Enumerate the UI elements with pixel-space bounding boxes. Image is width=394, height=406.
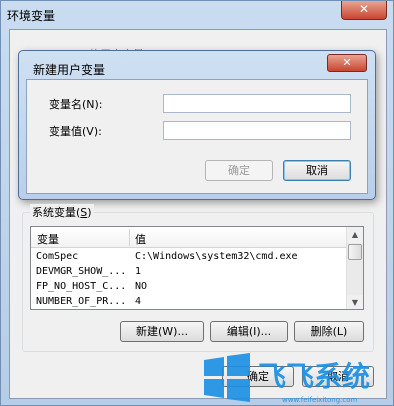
list-header: 变量 值 — [31, 227, 347, 248]
scroll-down-icon[interactable]: ▼ — [347, 295, 363, 309]
scroll-up-icon[interactable]: ▲ — [347, 227, 363, 243]
row-variable-name: FP_NO_HOST_C... — [36, 281, 127, 292]
row-variable-value: NO — [135, 281, 148, 292]
watermark-logo: 飞飞系统 www.feifeixitong.com — [204, 353, 370, 404]
row-variable-name: NUMBER_OF_PR... — [36, 296, 127, 307]
column-header-value[interactable]: 值 — [135, 231, 146, 247]
variable-name-input[interactable] — [163, 94, 351, 113]
new-system-variable-button[interactable]: 新建(W)... — [120, 321, 204, 342]
scroll-thumb[interactable] — [348, 244, 362, 260]
row-variable-name: DEVMGR_SHOW_... — [36, 266, 127, 277]
windows-logo-icon — [204, 353, 250, 402]
group-label-prefix: 系统变量( — [32, 206, 81, 219]
edit-system-variable-button[interactable]: 编辑(I)... — [210, 321, 288, 342]
system-variables-list[interactable]: 变量 值 ComSpec C:\Windows\system32\cmd.exe… — [30, 226, 364, 310]
row-variable-value: C:\Windows\system32\cmd.exe — [135, 251, 298, 262]
table-row[interactable]: DEVMGR_SHOW_... 1 — [31, 265, 347, 281]
dialog-close-button[interactable]: ✕ — [327, 54, 367, 72]
variable-name-label: 变量名(N): — [49, 98, 103, 111]
variable-value-label: 变量值(V): — [49, 125, 102, 138]
column-header-variable[interactable]: 变量 — [37, 231, 59, 247]
delete-system-variable-button[interactable]: 删除(L) — [294, 321, 364, 342]
window-title: 环境变量 — [7, 9, 56, 23]
system-variables-label: 系统变量(S) — [30, 204, 94, 220]
dialog-ok-button[interactable]: 确定 — [205, 160, 273, 181]
watermark-url: www.feifeixitong.com — [282, 396, 358, 404]
column-separator[interactable] — [129, 229, 130, 246]
close-icon: ✕ — [358, 2, 370, 16]
row-variable-value: 4 — [135, 296, 142, 307]
dialog-title: 新建用户变量 — [33, 63, 106, 77]
new-user-variable-dialog: 新建用户变量 ✕ 变量名(N): 变量值(V): 确定 取消 — [18, 50, 376, 200]
group-label-suffix: ) — [87, 206, 92, 219]
table-row[interactable]: ComSpec C:\Windows\system32\cmd.exe — [31, 250, 347, 266]
vertical-scrollbar[interactable]: ▲ ▼ — [346, 227, 363, 309]
table-row[interactable]: FP_NO_HOST_C... NO — [31, 280, 347, 296]
dialog-client-area: 变量名(N): 变量值(V): 确定 取消 — [26, 79, 368, 194]
close-icon: ✕ — [342, 56, 352, 69]
dialog-cancel-button[interactable]: 取消 — [283, 160, 351, 181]
row-variable-name: ComSpec — [36, 251, 79, 262]
table-row[interactable]: NUMBER_OF_PR... 4 — [31, 295, 347, 309]
window-close-button[interactable]: ✕ — [341, 1, 387, 20]
watermark-brand: 飞飞系统 — [258, 360, 370, 393]
row-variable-value: 1 — [135, 266, 142, 277]
variable-value-input[interactable] — [163, 121, 351, 140]
